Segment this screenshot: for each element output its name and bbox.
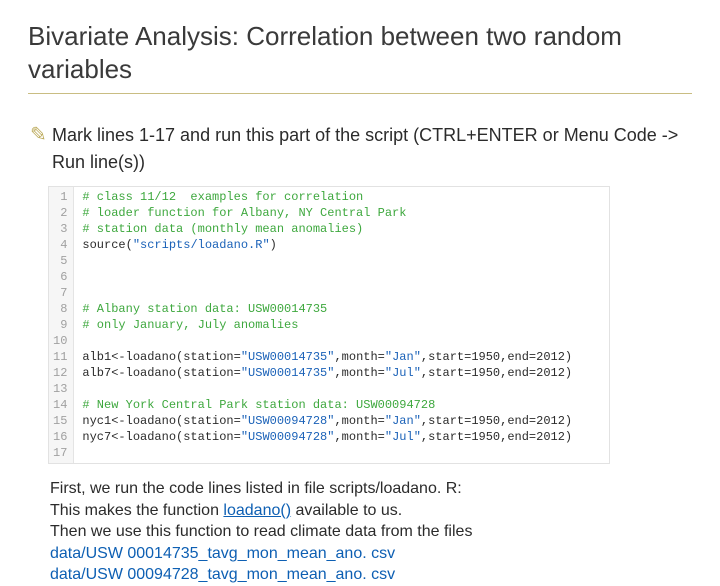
line-number: 11 [53, 349, 67, 365]
line-number: 2 [53, 205, 67, 221]
line-number: 4 [53, 237, 67, 253]
line-number: 12 [53, 365, 67, 381]
page-title: Bivariate Analysis: Correlation between … [28, 20, 692, 94]
code-line: source("scripts/loadano.R") [82, 237, 572, 253]
code-gutter: 1234567891011121314151617 [49, 187, 74, 463]
code-line: # station data (monthly mean anomalies) [82, 221, 572, 237]
code-line: # only January, July anomalies [82, 317, 572, 333]
code-line: alb7<-loadano(station="USW00014735",mont… [82, 365, 572, 381]
code-line: # Albany station data: USW00014735 [82, 301, 572, 317]
explanation-line-1c: available to us. [291, 502, 402, 519]
instruction-text: Mark lines 1-17 and run this part of the… [52, 122, 692, 176]
code-block: 1234567891011121314151617 # class 11/12 … [48, 186, 610, 464]
code-line: # class 11/12 examples for correlation [82, 189, 572, 205]
code-line [82, 285, 572, 301]
code-lines: # class 11/12 examples for correlation# … [74, 187, 578, 463]
code-line [82, 445, 572, 461]
data-file-1: data/USW 00014735_tavg_mon_mean_ano. csv [50, 545, 395, 562]
line-number: 5 [53, 253, 67, 269]
instruction-bullet: ✎ Mark lines 1-17 and run this part of t… [30, 122, 692, 176]
line-number: 1 [53, 189, 67, 205]
slide: Bivariate Analysis: Correlation between … [0, 0, 720, 540]
line-number: 14 [53, 397, 67, 413]
code-line: # New York Central Park station data: US… [82, 397, 572, 413]
line-number: 9 [53, 317, 67, 333]
loadano-function-link: loadano() [223, 502, 291, 519]
code-line [82, 381, 572, 397]
explanation-line-1b: This makes the function [50, 502, 223, 519]
explanation-line-1a: First, we run the code lines listed in f… [50, 480, 462, 497]
code-line: # loader function for Albany, NY Central… [82, 205, 572, 221]
line-number: 6 [53, 269, 67, 285]
code-line [82, 253, 572, 269]
explanation-line-2: Then we use this function to read climat… [50, 523, 472, 540]
line-number: 15 [53, 413, 67, 429]
data-file-2: data/USW 00094728_tavg_mon_mean_ano. csv [50, 566, 395, 583]
line-number: 17 [53, 445, 67, 461]
line-number: 13 [53, 381, 67, 397]
code-line: nyc7<-loadano(station="USW00094728",mont… [82, 429, 572, 445]
line-number: 7 [53, 285, 67, 301]
line-number: 3 [53, 221, 67, 237]
code-line [82, 269, 572, 285]
code-line [82, 333, 572, 349]
pencil-icon: ✎ [30, 124, 52, 146]
code-line: nyc1<-loadano(station="USW00094728",mont… [82, 413, 572, 429]
line-number: 16 [53, 429, 67, 445]
explanation-text: First, we run the code lines listed in f… [50, 478, 682, 586]
line-number: 10 [53, 333, 67, 349]
code-line: alb1<-loadano(station="USW00014735",mont… [82, 349, 572, 365]
line-number: 8 [53, 301, 67, 317]
